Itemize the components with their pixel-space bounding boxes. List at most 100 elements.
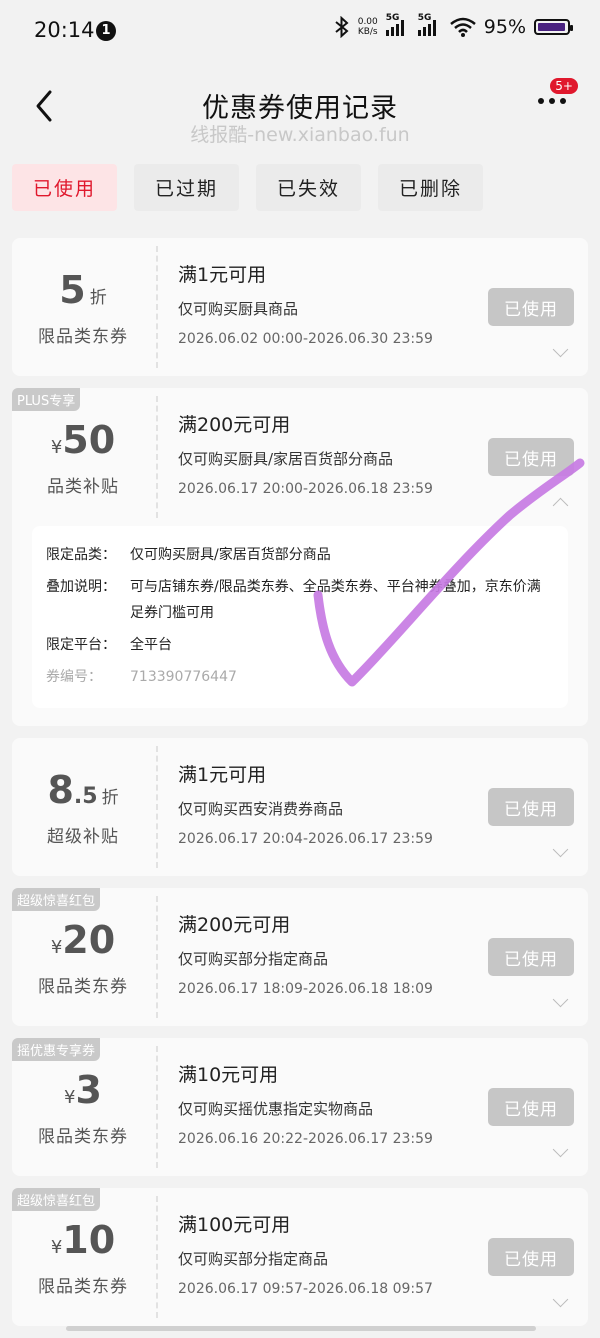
- coupon-validity: 2026.06.17 20:04-2026.06.17 23:59: [178, 831, 433, 847]
- dashed-divider: [156, 1196, 158, 1318]
- coupon-card[interactable]: 5折 限品类东券 满1元可用 仅可购买厨具商品 2026.06.02 00:00…: [12, 238, 588, 376]
- detail-label: 券编号：: [46, 669, 102, 685]
- coupon-threshold: 满10元可用: [178, 1064, 279, 1086]
- coupon-tag: 超级惊喜红包: [12, 1188, 101, 1211]
- tab-expired[interactable]: 已过期: [134, 164, 239, 211]
- detail-value[interactable]: 713390776447: [130, 664, 554, 690]
- coupon-validity: 2026.06.17 18:09-2026.06.18 18:09: [178, 981, 433, 997]
- detail-label: 叠加说明：: [46, 579, 116, 595]
- coupon-amount: ¥50: [12, 418, 154, 462]
- dashed-divider: [156, 1046, 158, 1168]
- coupon-type: 限品类东券: [38, 1127, 128, 1147]
- detail-stacking: 叠加说明： 可与店铺东券/限品类东券、全品类东券、平台神券叠加，京东价满足券门槛…: [46, 574, 554, 626]
- dashed-divider: [156, 396, 158, 518]
- used-status-button[interactable]: 已使用: [488, 438, 574, 476]
- coupon-details: 限定品类： 仅可购买厨具/家居百货部分商品 叠加说明： 可与店铺东券/限品类东券…: [32, 526, 568, 708]
- used-status-button[interactable]: 已使用: [488, 1088, 574, 1126]
- coupon-validity: 2026.06.02 00:00-2026.06.30 23:59: [178, 331, 433, 347]
- signal-2-label: 5G: [417, 13, 432, 23]
- amount-value: 10: [62, 1218, 116, 1262]
- coupon-threshold: 满200元可用: [178, 914, 291, 936]
- coupon-card[interactable]: PLUS专享 ¥50 品类补贴 满200元可用 仅可购买厨具/家居百货部分商品 …: [12, 388, 588, 726]
- coupon-type: 超级补贴: [47, 827, 119, 847]
- used-status-button[interactable]: 已使用: [488, 938, 574, 976]
- amount-decimal: .5: [73, 784, 98, 809]
- coupon-threshold: 满1元可用: [178, 264, 267, 286]
- detail-coupon-number: 券编号： 713390776447: [46, 664, 554, 690]
- bluetooth-icon: [335, 16, 349, 38]
- wifi-icon: [449, 17, 476, 37]
- coupon-card[interactable]: 超级惊喜红包 ¥10 限品类东券 满100元可用 仅可购买部分指定商品 2026…: [12, 1188, 588, 1326]
- amount-value: 50: [62, 418, 116, 462]
- coupon-validity: 2026.06.17 20:00-2026.06.18 23:59: [178, 481, 433, 497]
- coupon-tag: 超级惊喜红包: [12, 888, 101, 911]
- home-indicator[interactable]: [66, 1326, 536, 1331]
- coupon-type: 限品类东券: [38, 977, 128, 997]
- filter-tabs: 已使用 已过期 已失效 已删除: [12, 164, 483, 211]
- coupon-threshold: 满100元可用: [178, 1214, 291, 1236]
- signal-1-icon: 5G: [385, 13, 410, 36]
- amount-value: 8: [47, 768, 74, 812]
- coupon-amount: ¥3: [12, 1068, 154, 1112]
- coupon-amount: 8.5 折: [12, 768, 154, 812]
- amount-unit: 折: [101, 788, 119, 808]
- coupon-type: 限品类东券: [38, 1277, 128, 1297]
- header: 优惠券使用记录 线报酷-new.xianbao.fun 5+: [0, 64, 600, 154]
- currency-symbol: ¥: [50, 1237, 63, 1258]
- amount-unit: 折: [89, 288, 107, 308]
- amount-value: 20: [62, 918, 116, 962]
- dashed-divider: [156, 246, 158, 368]
- signal-1-label: 5G: [385, 13, 400, 23]
- coupon-threshold: 满1元可用: [178, 764, 267, 786]
- more-badge: 5+: [550, 78, 578, 94]
- chevron-down-icon[interactable]: [552, 991, 569, 1008]
- net-speed-unit: KB/s: [357, 27, 378, 37]
- dashed-divider: [156, 746, 158, 868]
- chevron-up-icon[interactable]: [552, 497, 569, 514]
- signal-2-icon: 5G: [417, 13, 442, 36]
- coupon-tag: 摇优惠专享券: [12, 1038, 101, 1061]
- coupon-validity: 2026.06.16 20:22-2026.06.17 23:59: [178, 1131, 433, 1147]
- coupon-scope: 仅可购买部分指定商品: [178, 950, 329, 968]
- coupon-threshold: 满200元可用: [178, 414, 291, 436]
- coupon-card[interactable]: 摇优惠专享券 ¥3 限品类东券 满10元可用 仅可购买摇优惠指定实物商品 202…: [12, 1038, 588, 1176]
- tab-invalid[interactable]: 已失效: [256, 164, 361, 211]
- detail-category: 限定品类： 仅可购买厨具/家居百货部分商品: [46, 542, 554, 568]
- chevron-down-icon[interactable]: [552, 341, 569, 358]
- chevron-down-icon[interactable]: [552, 841, 569, 858]
- notification-count-badge: 1: [96, 21, 116, 41]
- detail-value: 可与店铺东券/限品类东券、全品类东券、平台神券叠加，京东价满足券门槛可用: [130, 579, 541, 621]
- detail-label: 限定品类：: [46, 547, 116, 563]
- currency-symbol: ¥: [50, 437, 63, 458]
- used-status-button[interactable]: 已使用: [488, 788, 574, 826]
- detail-label: 限定平台：: [46, 637, 116, 653]
- coupon-scope: 仅可购买部分指定商品: [178, 1250, 329, 1268]
- tab-deleted[interactable]: 已删除: [378, 164, 483, 211]
- status-bar: 20:14 1 0.00 KB/s 5G 5G 95%: [0, 0, 600, 64]
- coupon-card[interactable]: 8.5 折 超级补贴 满1元可用 仅可购买西安消费券商品 2026.06.17 2…: [12, 738, 588, 876]
- coupon-scope: 仅可购买西安消费券商品: [178, 800, 344, 818]
- currency-symbol: ¥: [50, 937, 63, 958]
- net-speed: 0.00 KB/s: [358, 17, 378, 37]
- coupon-amount: ¥10: [12, 1218, 154, 1262]
- chevron-down-icon[interactable]: [552, 1141, 569, 1158]
- amount-value: 5: [59, 268, 86, 312]
- tab-used[interactable]: 已使用: [12, 164, 117, 211]
- coupon-type: 品类补贴: [47, 477, 119, 497]
- coupon-amount: 5折: [12, 268, 154, 312]
- detail-value: 全平台: [130, 637, 172, 653]
- used-status-button[interactable]: 已使用: [488, 1238, 574, 1276]
- more-dots-icon[interactable]: [538, 98, 566, 104]
- coupon-tag: PLUS专享: [12, 388, 81, 411]
- coupon-amount: ¥20: [12, 918, 154, 962]
- watermark: 线报酷-new.xianbao.fun: [190, 124, 410, 146]
- battery-icon: [534, 19, 573, 35]
- coupon-list: 5折 限品类东券 满1元可用 仅可购买厨具商品 2026.06.02 00:00…: [12, 238, 588, 1338]
- dashed-divider: [156, 896, 158, 1018]
- chevron-down-icon[interactable]: [552, 1291, 569, 1308]
- coupon-scope: 仅可购买摇优惠指定实物商品: [178, 1100, 374, 1118]
- amount-value: 3: [75, 1068, 102, 1112]
- battery-percent: 95%: [483, 16, 526, 38]
- coupon-card[interactable]: 超级惊喜红包 ¥20 限品类东券 满200元可用 仅可购买部分指定商品 2026…: [12, 888, 588, 1026]
- used-status-button[interactable]: 已使用: [488, 288, 574, 326]
